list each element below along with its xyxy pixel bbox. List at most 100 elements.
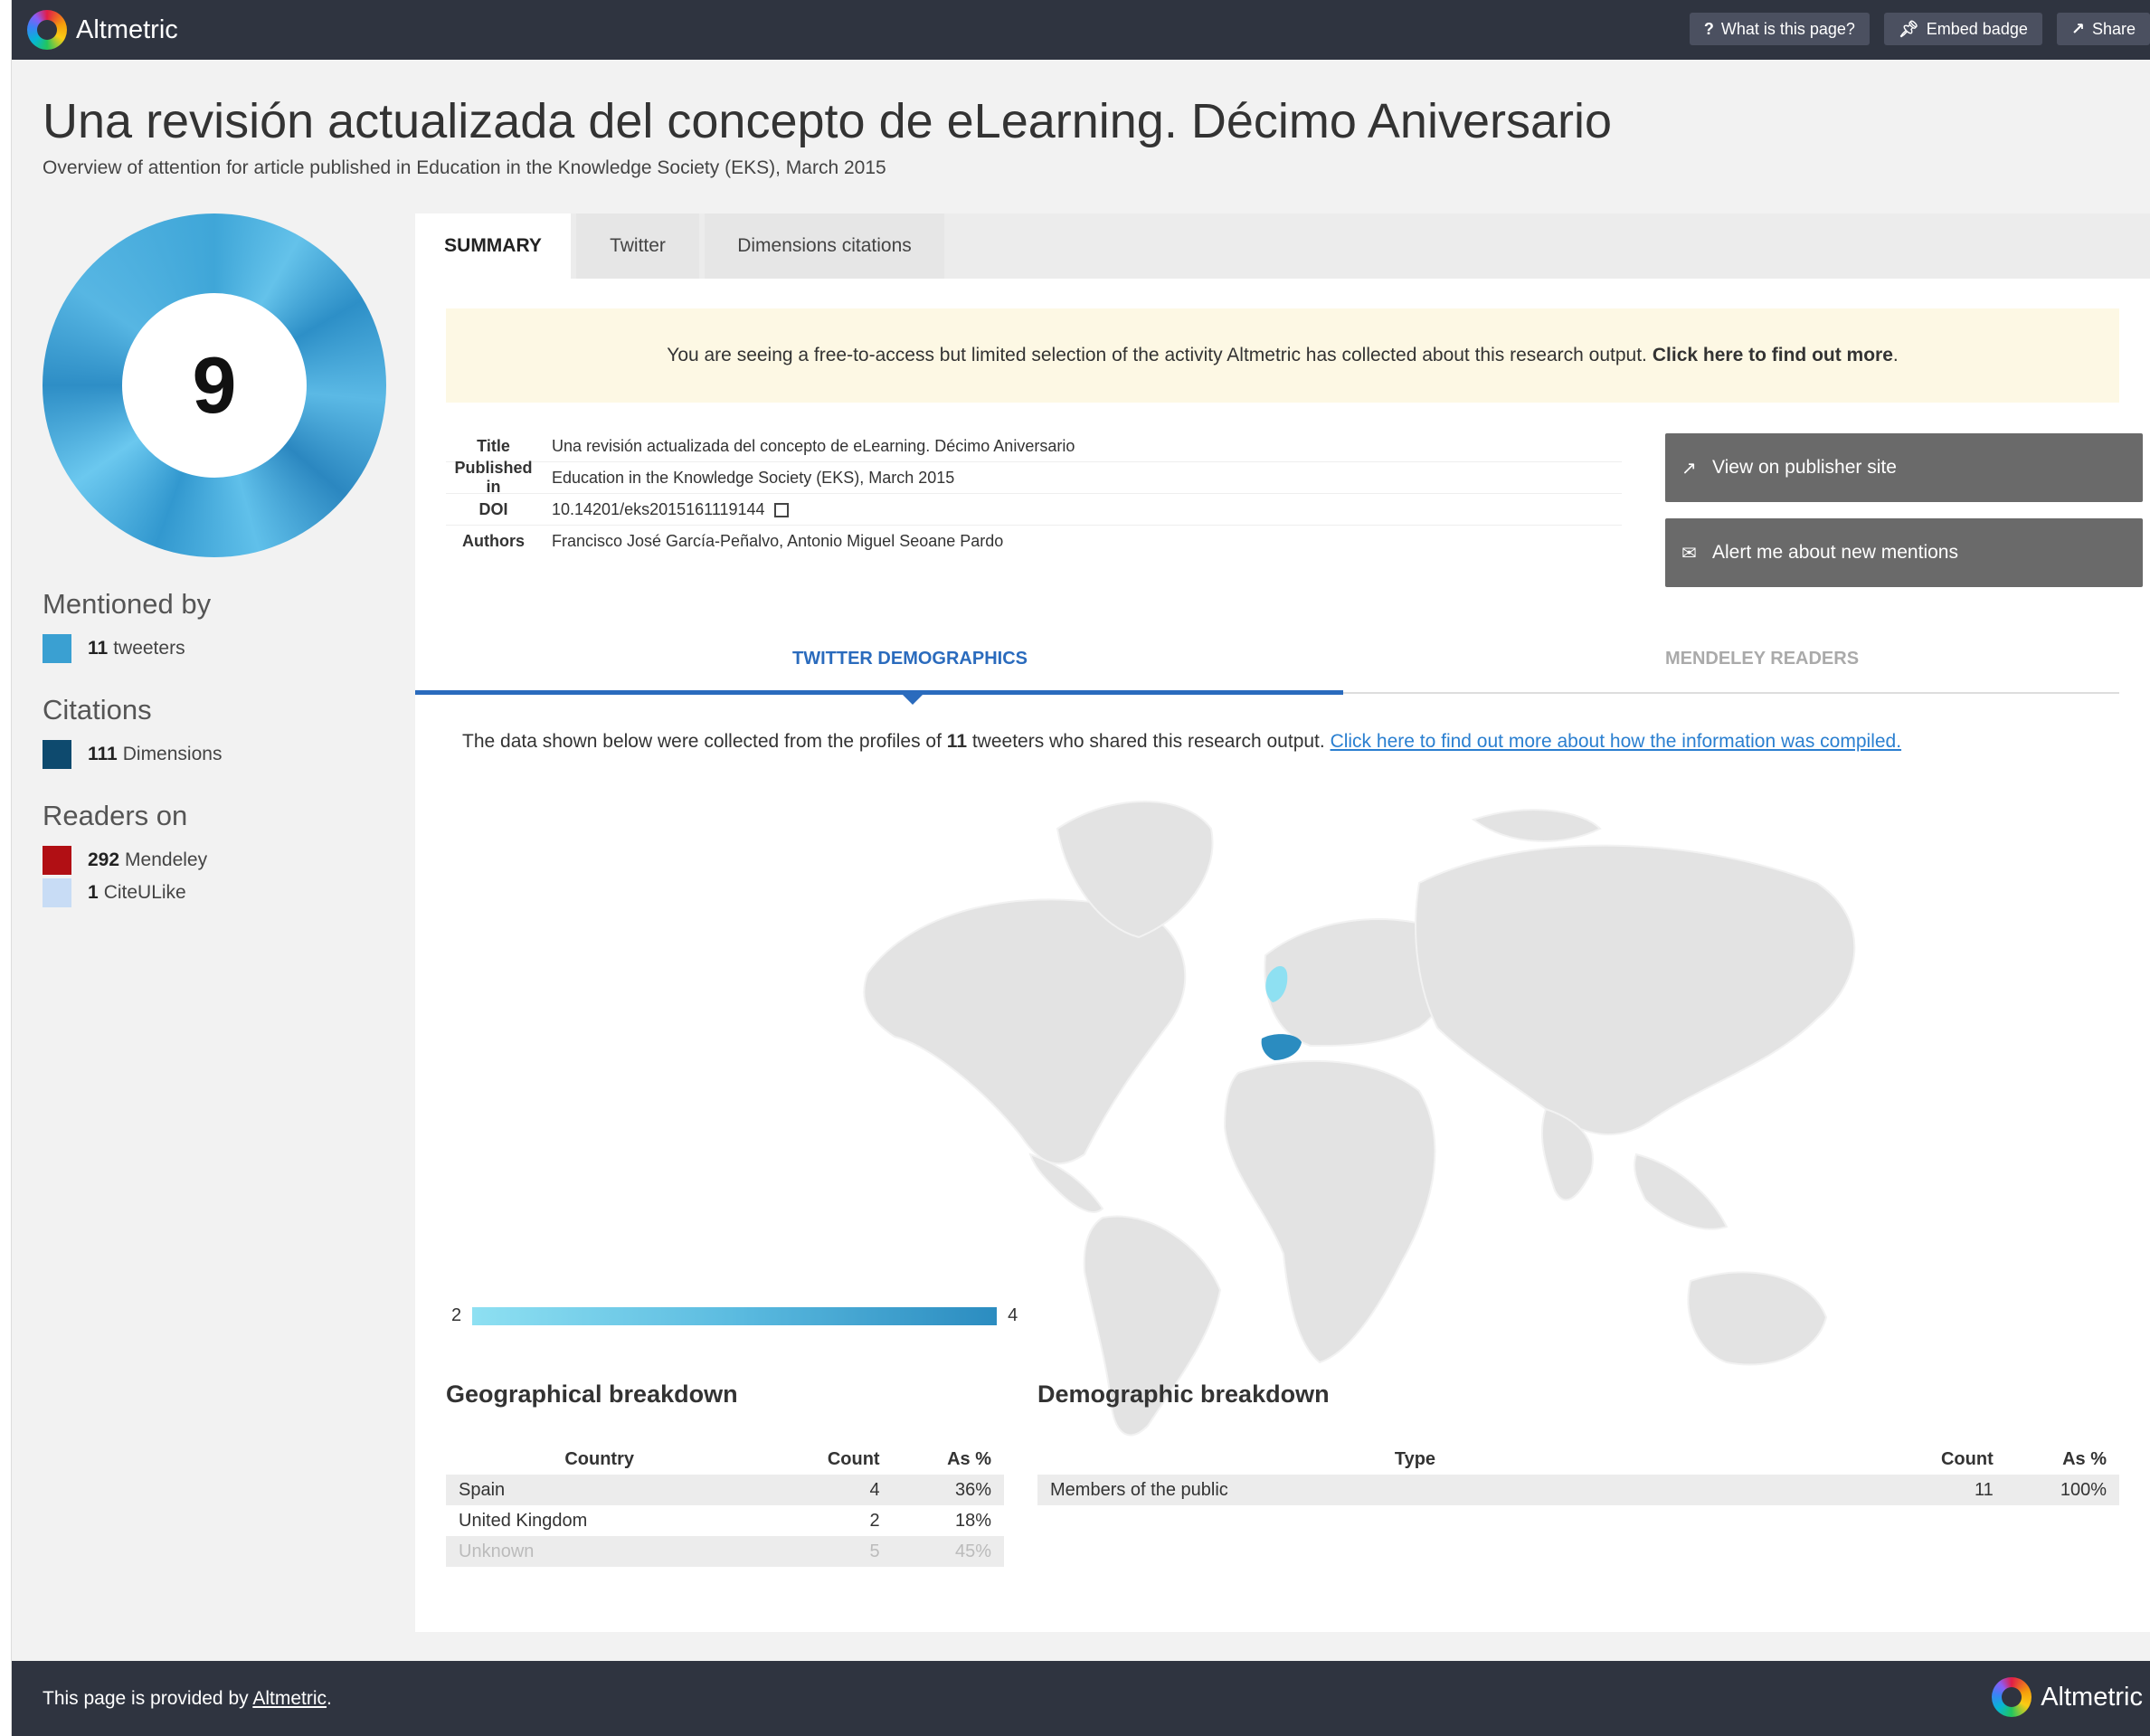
- map-spain: [1261, 1034, 1302, 1060]
- attention-score: 9: [122, 293, 307, 478]
- geo-count: 4: [753, 1475, 893, 1505]
- main-panel: SUMMARY Twitter Dimensions citations You…: [415, 213, 2150, 1632]
- footer-prefix: This page is provided by: [43, 1688, 249, 1709]
- meta-doi-value[interactable]: 10.14201/eks2015161119144: [552, 500, 789, 519]
- table-header-row: Country Count As %: [446, 1444, 1004, 1475]
- table-row: Unknown 5 45%: [446, 1536, 1004, 1567]
- tweeters-label: tweeters: [113, 638, 185, 659]
- meta-title-label: Title: [477, 436, 510, 455]
- notice-link[interactable]: Click here to find out more: [1653, 345, 1893, 366]
- meta-authors-label: Authors: [462, 532, 525, 550]
- dimensions-swatch: [43, 740, 71, 769]
- citations-heading: Citations: [43, 694, 152, 726]
- geo-country: United Kingdom: [459, 1510, 588, 1531]
- embed-badge-label: Embed badge: [1926, 19, 2028, 38]
- footer-text: This page is provided by Altmetric.: [43, 1688, 332, 1710]
- map-north-america: [863, 898, 1187, 1165]
- attention-score-donut: 9: [43, 213, 386, 557]
- geo-col-count: Count: [827, 1448, 880, 1469]
- subtab-mendeley-readers[interactable]: MENDELEY READERS: [1374, 639, 2150, 678]
- geo-country: Unknown: [446, 1536, 753, 1567]
- top-actions: ? What is this page? 📌︎ Embed badge ↗ Sh…: [1689, 13, 2150, 45]
- tweeters-swatch: [43, 634, 71, 663]
- share-button[interactable]: ↗ Share: [2056, 13, 2150, 45]
- geo-col-country: Country: [564, 1448, 634, 1469]
- citations-section: Citations 111 Dimensions: [43, 694, 404, 772]
- footer-end: .: [327, 1688, 332, 1709]
- scale-max: 4: [1008, 1305, 1018, 1325]
- tab-twitter[interactable]: Twitter: [576, 213, 699, 279]
- mentioned-by-heading: Mentioned by: [43, 588, 212, 620]
- scale-min: 2: [451, 1305, 462, 1325]
- reader-row-citeulike[interactable]: 1 CiteULike: [43, 877, 404, 908]
- alert-me-label: Alert me about new mentions: [1712, 542, 1958, 563]
- citeulike-count: 1: [88, 882, 99, 903]
- doi-link[interactable]: 10.14201/eks2015161119144: [552, 500, 765, 518]
- demographic-breakdown-title: Demographic breakdown: [1037, 1380, 1330, 1408]
- what-is-this-page-button[interactable]: ? What is this page?: [1689, 13, 1870, 45]
- pin-icon: 📌︎: [1898, 19, 1919, 38]
- citation-row-dimensions[interactable]: 111 Dimensions: [43, 739, 404, 770]
- meta-title-row: Title Una revisión actualizada del conce…: [446, 431, 1622, 462]
- geographical-breakdown-title: Geographical breakdown: [446, 1380, 738, 1408]
- meta-authors-row: Authors Francisco José García-Peñalvo, A…: [446, 526, 1622, 557]
- view-on-publisher-site-button[interactable]: ↗ View on publisher site: [1665, 433, 2143, 502]
- reader-row-mendeley[interactable]: 292 Mendeley: [43, 845, 404, 876]
- caret-down-icon: [902, 694, 923, 705]
- table-row: Members of the public 11 100%: [1037, 1475, 2119, 1505]
- demo-type: Members of the public: [1037, 1475, 1793, 1505]
- brand-logo[interactable]: Altmetric: [27, 9, 178, 51]
- footer-altmetric-link[interactable]: Altmetric: [252, 1688, 327, 1709]
- tab-dimensions-citations[interactable]: Dimensions citations: [705, 213, 944, 279]
- twitter-data-description: The data shown below were collected from…: [462, 731, 1901, 753]
- subtab-twitter-demographics[interactable]: TWITTER DEMOGRAPHICS: [446, 639, 1374, 678]
- meta-published-row: Published in Education in the Knowledge …: [446, 459, 1622, 496]
- map-australia: [1687, 1271, 1828, 1366]
- desc-count: 11: [946, 731, 967, 752]
- question-icon: ?: [1703, 19, 1714, 38]
- share-icon: ↗: [2070, 19, 2085, 38]
- geo-count: 2: [869, 1510, 880, 1531]
- tab-summary[interactable]: SUMMARY: [415, 213, 571, 279]
- left-edge-strip: [0, 0, 12, 1736]
- external-link-icon[interactable]: [773, 502, 789, 517]
- readers-section: Readers on 292 Mendeley 1 CiteULike: [43, 800, 404, 910]
- notice-text: You are seeing a free-to-access but limi…: [667, 345, 1647, 365]
- geo-percent: 45%: [892, 1536, 1004, 1567]
- share-label: Share: [2091, 19, 2136, 38]
- meta-title-value: Una revisión actualizada del concepto de…: [552, 436, 1075, 455]
- desc-info-link[interactable]: Click here to find out more about how th…: [1331, 731, 1902, 752]
- demo-col-percent: As %: [2062, 1448, 2107, 1469]
- desc-suffix: tweeters who shared this research output…: [971, 731, 1325, 752]
- table-header-row: Type Count As %: [1037, 1444, 2119, 1475]
- citeulike-swatch: [43, 878, 71, 907]
- altmetric-logo-icon: [1992, 1677, 2032, 1717]
- dimensions-label: Dimensions: [122, 744, 223, 764]
- mendeley-swatch: [43, 846, 71, 875]
- tab-bar: SUMMARY Twitter Dimensions citations: [415, 213, 2150, 279]
- article-metadata: Title Una revisión actualizada del conce…: [446, 431, 1622, 557]
- desc-prefix: The data shown below were collected from…: [462, 731, 942, 752]
- embed-badge-button[interactable]: 📌︎ Embed badge: [1883, 13, 2042, 45]
- subtab-active-underline: [415, 690, 1343, 695]
- demo-col-type: Type: [1394, 1448, 1436, 1469]
- dimensions-count: 111: [88, 744, 118, 764]
- demo-col-count: Count: [1940, 1448, 1994, 1469]
- map-color-scale: 2 4: [451, 1305, 1018, 1326]
- what-is-this-page-label: What is this page?: [1720, 19, 1855, 38]
- footer: This page is provided by Altmetric. Altm…: [12, 1661, 2150, 1736]
- alert-me-button[interactable]: ✉ Alert me about new mentions: [1665, 518, 2143, 587]
- external-link-icon: ↗: [1681, 459, 1697, 479]
- table-row: United Kingdom 2 18%: [446, 1505, 1004, 1536]
- limited-access-notice: You are seeing a free-to-access but limi…: [446, 308, 2119, 403]
- citeulike-label: CiteULike: [103, 882, 186, 903]
- footer-brand[interactable]: Altmetric: [1992, 1677, 2143, 1717]
- mendeley-label: Mendeley: [125, 849, 208, 870]
- top-bar: Altmetric ? What is this page? 📌︎ Embed …: [12, 0, 2150, 60]
- meta-authors-value: Francisco José García-Peñalvo, Antonio M…: [552, 532, 1004, 550]
- mentioned-by-section: Mentioned by 11 tweeters: [43, 588, 404, 666]
- geo-percent: 18%: [954, 1510, 991, 1531]
- demographic-breakdown-table: Type Count As % Members of the public 11…: [1037, 1444, 2119, 1505]
- mention-row-tweeters[interactable]: 11 tweeters: [43, 633, 404, 664]
- subtab-underline: [1343, 692, 2119, 694]
